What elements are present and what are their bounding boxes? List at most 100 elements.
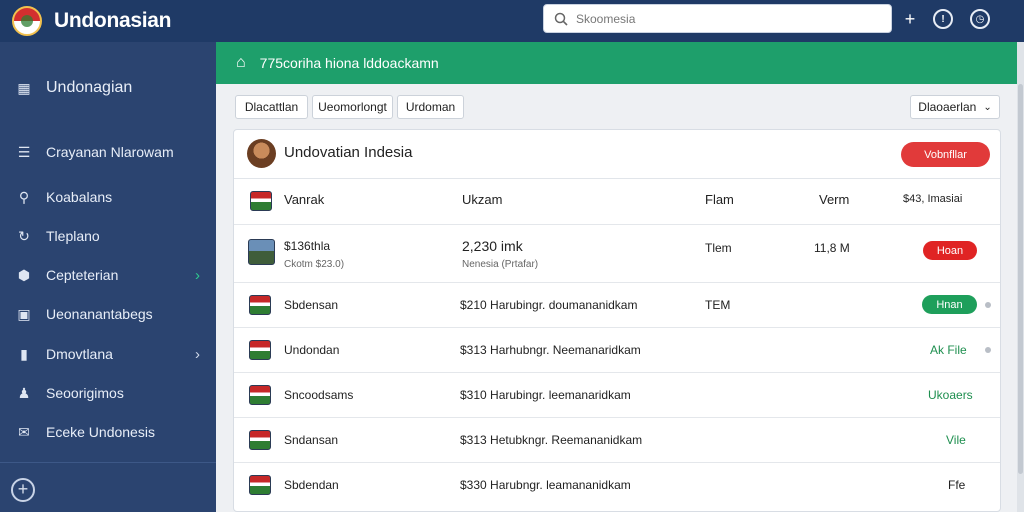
sidebar-item-undonagian[interactable]: ▦ Undonagian: [0, 72, 216, 104]
row-name: Undondan: [284, 343, 340, 357]
sidebar-item-label: Koabalans: [46, 189, 113, 205]
cube-icon: ⬢: [17, 266, 31, 283]
filter-label: Ueomorlongt: [318, 100, 387, 114]
row-name: Sncoodsams: [284, 388, 354, 402]
home-icon[interactable]: ⌂: [236, 54, 246, 72]
sidebar-item-label: Ueonanantabegs: [46, 306, 153, 322]
thumbnail-image: [248, 239, 275, 265]
sidebar-item-label: Eceke Undonesis: [46, 424, 155, 440]
info-icon[interactable]: !: [933, 9, 953, 29]
card-action-button[interactable]: Vobnfllar: [901, 142, 990, 167]
filter-button-3[interactable]: Urdoman: [397, 95, 464, 119]
grid-icon: ▦: [17, 79, 31, 96]
filter-button-1[interactable]: Dlacattlan: [235, 95, 308, 119]
filter-button-2[interactable]: Ueomorlongt: [312, 95, 393, 119]
sidebar-item-crayanan[interactable]: ☰ Crayanan Nlarowam: [0, 136, 216, 168]
column-header[interactable]: Verm: [819, 192, 849, 207]
search-input[interactable]: [576, 11, 866, 26]
table-row[interactable]: Undondan $313 Harhubngr. Neemanaridkam A…: [234, 327, 1000, 372]
chevron-right-icon: ›: [195, 266, 200, 284]
flag-icon: [249, 385, 271, 405]
status-badge[interactable]: Hoan: [923, 241, 977, 260]
people-icon: ♟: [17, 384, 31, 401]
sidebar-item-dmovtlana[interactable]: ▮ Dmovtlana ›: [0, 338, 216, 370]
sidebar-item-label: Undonagian: [46, 79, 133, 96]
row-value: 2,230 imk: [462, 238, 523, 254]
search-box[interactable]: [543, 4, 892, 33]
image-icon: ▣: [17, 305, 31, 322]
main-card: Undovatian Indesia Vobnfllar Vanrak Ukza…: [233, 129, 1001, 512]
row-value: $210 Harubingr. doumananidkam: [460, 298, 638, 312]
row-value: $330 Harubngr. leamananidkam: [460, 478, 631, 492]
table-row[interactable]: Sbdensan $210 Harubingr. doumananidkam T…: [234, 282, 1000, 327]
sidebar-item-koabalans[interactable]: ⚲ Koabalans: [0, 181, 216, 213]
column-header[interactable]: $43, Imasiai: [903, 193, 962, 205]
table-row[interactable]: Sncoodsams $310 Harubingr. leemanaridkam…: [234, 372, 1000, 417]
row-name: $136thla: [284, 239, 331, 253]
sidebar-item-ueonanantabegs[interactable]: ▣ Ueonanantabegs: [0, 298, 216, 330]
sidebar-divider: [0, 462, 216, 463]
column-header[interactable]: Flam: [705, 192, 734, 207]
search-icon: ⚲: [18, 188, 30, 205]
search-icon: [554, 12, 568, 26]
column-header[interactable]: Ukzam: [462, 192, 502, 207]
column-header[interactable]: Vanrak: [284, 192, 324, 207]
row-col3: TEM: [705, 298, 731, 312]
row-value: $313 Hetubkngr. Reemananidkam: [460, 433, 643, 447]
sidebar-item-label: Cepteterian: [46, 267, 119, 283]
add-icon[interactable]: +: [11, 478, 35, 502]
app-title: Undonasian: [54, 9, 172, 32]
row-value: $313 Harhubngr. Neemanaridkam: [460, 343, 641, 357]
sidebar-item-label: Seoorigimos: [46, 385, 124, 401]
dropdown-label: Dlaoaerlan: [918, 100, 977, 114]
page-title: 775coriha hiona lddoackamn: [259, 55, 439, 71]
menu-dot-icon[interactable]: [985, 347, 991, 353]
status-text[interactable]: Ak File: [930, 343, 967, 357]
row-name: Sbdendan: [284, 478, 339, 492]
row-col4: 11,8 M: [814, 241, 850, 255]
flag-icon: [249, 430, 271, 450]
app-logo: [12, 6, 42, 36]
sidebar-item-label: Crayanan Nlarowam: [46, 144, 174, 160]
status-text[interactable]: Ukoaers: [928, 388, 973, 402]
scrollbar[interactable]: [1017, 42, 1024, 512]
row-sub: Ckotm $23.0): [284, 259, 345, 270]
row-value-sub: Nenesia (Prtafar): [462, 259, 539, 270]
sidebar: ▦ Undonagian ☰ Crayanan Nlarowam ⚲ Koabalan…: [0, 42, 216, 512]
sidebar-item-label: Dmovtlana: [46, 346, 113, 362]
list-icon: ☰: [17, 143, 31, 160]
breadcrumb: ⌂ 775coriha hiona lddoackamn: [216, 42, 1017, 84]
clock-icon[interactable]: ◷: [970, 9, 990, 29]
sidebar-item-eceke[interactable]: ✉ Eceke Undonesis: [0, 416, 216, 448]
sidebar-item-seoorigimos[interactable]: ♟ Seoorigimos: [0, 377, 216, 409]
status-text[interactable]: Vile: [946, 433, 966, 447]
sidebar-item-tleplano[interactable]: ↻ Tleplano: [0, 220, 216, 252]
avatar[interactable]: [247, 139, 276, 168]
table-row[interactable]: Sndansan $313 Hetubkngr. Reemananidkam V…: [234, 417, 1000, 462]
row-name: Sbdensan: [284, 298, 339, 312]
chevron-down-icon: ⌄: [983, 101, 992, 113]
flag-icon: [249, 295, 271, 315]
book-icon: ▮: [20, 345, 28, 362]
status-text[interactable]: Ffe: [948, 478, 965, 492]
row-value: $310 Harubingr. leemanaridkam: [460, 388, 631, 402]
chevron-right-icon: ›: [195, 345, 200, 363]
refresh-icon: ↻: [18, 227, 30, 244]
sort-dropdown[interactable]: Dlaoaerlan ⌄: [910, 95, 1000, 119]
plus-icon[interactable]: +: [900, 9, 920, 29]
menu-dot-icon[interactable]: [985, 302, 991, 308]
filter-label: Dlacattlan: [244, 100, 299, 114]
table-row[interactable]: Sbdendan $330 Harubngr. leamananidkam Ff…: [234, 462, 1000, 511]
mail-icon: ✉: [18, 423, 30, 440]
flag-icon: [249, 340, 271, 360]
table-row[interactable]: $136thla Ckotm $23.0) 2,230 imk Nenesia …: [234, 224, 1000, 282]
row-col3: Tlem: [705, 241, 732, 255]
row-name: Sndansan: [284, 433, 339, 447]
sidebar-item-cepteterian[interactable]: ⬢ Cepteterian ›: [0, 259, 216, 291]
sidebar-item-label: Tleplano: [46, 228, 100, 244]
card-header: Undovatian Indesia Vobnfllar: [234, 130, 1000, 179]
card-title: Undovatian Indesia: [284, 144, 413, 161]
brand[interactable]: Undonasian: [0, 0, 216, 42]
status-badge[interactable]: Hnan: [922, 295, 977, 314]
scrollbar-thumb[interactable]: [1018, 84, 1023, 474]
